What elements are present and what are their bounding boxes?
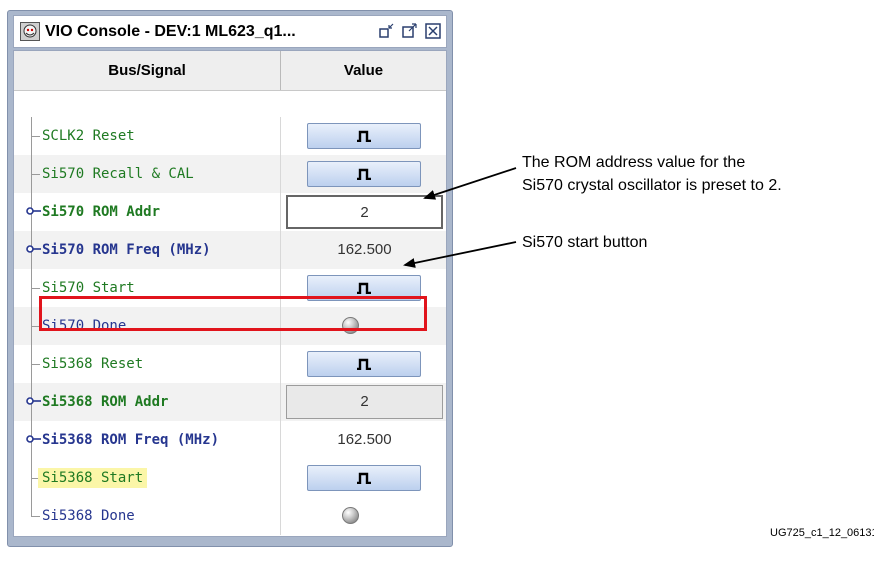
- rom-addr-callout-line2: Si570 crystal oscillator is preset to 2.: [522, 177, 782, 194]
- close-icon[interactable]: [425, 23, 441, 39]
- bus-key-icon[interactable]: [26, 206, 42, 216]
- maximize-icon[interactable]: [402, 23, 418, 39]
- pulse-icon: [357, 130, 371, 142]
- column-divider: [280, 269, 281, 307]
- column-divider: [280, 117, 281, 155]
- vio-console-window: VIO Console - DEV:1 ML623_q1... Bus/Sign…: [7, 10, 453, 547]
- column-divider: [280, 193, 281, 231]
- column-divider: [280, 307, 281, 345]
- rom-addr-input[interactable]: 2: [286, 385, 443, 419]
- bus-key-icon[interactable]: [26, 434, 42, 444]
- column-divider: [280, 459, 281, 497]
- bus-key-icon[interactable]: [26, 244, 42, 254]
- tree-branch: [31, 174, 40, 175]
- float-icon[interactable]: [379, 23, 395, 39]
- signal-label: Si5368 Start: [38, 468, 148, 488]
- table-row: Si5368 ROM Freq (MHz) 162.500: [14, 421, 446, 459]
- rom-freq-value: 162.500: [337, 431, 392, 448]
- column-divider: [280, 497, 281, 535]
- value-header[interactable]: Value: [281, 51, 446, 90]
- table-row: Si5368 Done: [14, 497, 446, 535]
- done-led-icon: [342, 317, 359, 334]
- bus-signal-header[interactable]: Bus/Signal: [14, 51, 280, 90]
- bus-key-icon[interactable]: [26, 396, 42, 406]
- tree-line: [31, 497, 32, 517]
- pulse-icon: [357, 358, 371, 370]
- window-title: VIO Console - DEV:1 ML623_q1...: [45, 23, 296, 40]
- signal-label: Si5368 ROM Freq (MHz): [42, 432, 220, 448]
- pulse-icon: [357, 282, 371, 294]
- signal-label: Si570 Recall & CAL: [42, 166, 194, 182]
- table-row: SCLK2 Reset: [14, 117, 446, 155]
- start-button-callout: Si570 start button: [522, 234, 648, 251]
- pulse-button[interactable]: [307, 161, 421, 187]
- table-row: Si570 Start: [14, 269, 446, 307]
- tree-branch: [31, 326, 40, 327]
- rom-addr-input[interactable]: 2: [286, 195, 443, 229]
- signal-label: Si570 ROM Freq (MHz): [42, 242, 211, 258]
- tree-branch: [31, 516, 40, 517]
- tree-branch: [31, 364, 40, 365]
- table-row: Si570 Done: [14, 307, 446, 345]
- signal-label: Si570 Start: [42, 280, 135, 296]
- table-row: Si5368 Start: [14, 459, 446, 497]
- rom-freq-value: 162.500: [337, 241, 392, 258]
- signal-label: Si5368 Done: [42, 508, 135, 524]
- signal-label: Si5368 Reset: [42, 356, 144, 372]
- pulse-button[interactable]: [307, 465, 421, 491]
- signal-label: Si570 ROM Addr: [42, 204, 161, 220]
- signal-table: Bus/Signal Value SCLK2 Reset Si570 Recal…: [13, 50, 447, 537]
- app-icon: [20, 22, 40, 41]
- rom-addr-callout-line1: The ROM address value for the: [522, 154, 746, 171]
- pulse-icon: [357, 472, 371, 484]
- table-row: Si570 ROM Freq (MHz) 162.500: [14, 231, 446, 269]
- column-divider: [280, 345, 281, 383]
- pulse-icon: [357, 168, 371, 180]
- tree-branch: [31, 136, 40, 137]
- table-row: Si5368 ROM Addr 2: [14, 383, 446, 421]
- signal-label: Si5368 ROM Addr: [42, 394, 169, 410]
- tree-branch: [31, 288, 40, 289]
- title-bar[interactable]: VIO Console - DEV:1 ML623_q1...: [13, 15, 447, 48]
- done-led-icon: [342, 507, 359, 524]
- table-row: Si5368 Reset: [14, 345, 446, 383]
- pulse-button[interactable]: [307, 123, 421, 149]
- column-divider: [280, 231, 281, 269]
- table-header: Bus/Signal Value: [14, 51, 446, 91]
- signal-label: Si570 Done: [42, 318, 127, 334]
- column-divider: [280, 383, 281, 421]
- table-row: Si570 Recall & CAL: [14, 155, 446, 193]
- column-divider: [280, 421, 281, 459]
- column-divider: [280, 155, 281, 193]
- si570-start-button[interactable]: [307, 275, 421, 301]
- figure-id: UG725_c1_12_061311: [770, 527, 874, 539]
- pulse-button[interactable]: [307, 351, 421, 377]
- table-row: Si570 ROM Addr 2: [14, 193, 446, 231]
- signal-label: SCLK2 Reset: [42, 128, 135, 144]
